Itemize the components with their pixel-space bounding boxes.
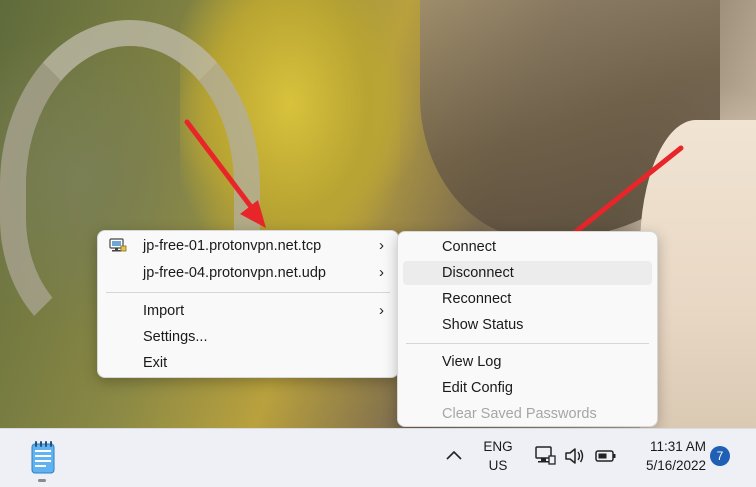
arrow-to-server-item-icon (184, 119, 266, 228)
chevron-right-icon: › (379, 237, 384, 254)
chevron-right-icon: › (379, 264, 384, 281)
chevron-up-icon[interactable] (442, 445, 466, 465)
server-submenu: Connect Disconnect Reconnect Show Status… (397, 231, 658, 427)
clock-date: 5/16/2022 (645, 458, 706, 473)
clock-time: 11:31 AM (649, 439, 706, 454)
network-icon[interactable] (534, 445, 556, 467)
submenu-item-view-log[interactable]: View Log (403, 350, 652, 374)
taskbar: ENG US 11:31 AM 5/16/2022 7 (0, 428, 756, 487)
chevron-right-icon: › (379, 302, 384, 319)
monitor-network-icon (109, 238, 127, 252)
menu-item-exit[interactable]: Exit (98, 351, 398, 375)
menu-separator (106, 292, 390, 293)
menu-item-label: View Log (442, 354, 502, 370)
menu-item-label: jp-free-01.protonvpn.net.tcp (143, 238, 322, 254)
notepad-icon[interactable] (30, 439, 56, 475)
language-code: ENG (483, 439, 513, 454)
submenu-item-show-status[interactable]: Show Status (403, 313, 652, 337)
menu-item-label: Show Status (442, 317, 524, 333)
submenu-item-connect[interactable]: Connect (403, 235, 652, 259)
submenu-item-disconnect[interactable]: Disconnect (403, 261, 652, 285)
submenu-item-clear-saved-passwords: Clear Saved Passwords (403, 402, 652, 426)
notification-badge[interactable]: 7 (710, 446, 730, 466)
menu-item-label: Clear Saved Passwords (442, 406, 597, 422)
menu-item-label: Disconnect (442, 265, 514, 281)
menu-item-label: Settings... (143, 329, 208, 345)
menu-item-label: Edit Config (442, 380, 513, 396)
battery-icon[interactable] (594, 445, 618, 467)
menu-item-label: Reconnect (442, 291, 512, 307)
submenu-item-edit-config[interactable]: Edit Config (403, 376, 652, 400)
menu-item-label: jp-free-04.protonvpn.net.udp (143, 265, 326, 281)
running-app-indicator (38, 479, 46, 482)
menu-item-server-udp[interactable]: jp-free-04.protonvpn.net.udp › (98, 261, 398, 285)
language-indicator[interactable]: ENG US (478, 437, 518, 475)
menu-item-settings[interactable]: Settings... (98, 325, 398, 349)
menu-item-label: Exit (143, 355, 168, 371)
tray-context-menu: jp-free-01.protonvpn.net.tcp › jp-free-0… (97, 230, 399, 378)
menu-item-label: Import (143, 303, 185, 319)
system-clock[interactable]: 11:31 AM 5/16/2022 (630, 437, 706, 475)
keyboard-layout: US (488, 458, 508, 473)
menu-item-import[interactable]: Import › (98, 299, 398, 323)
menu-item-server-tcp[interactable]: jp-free-01.protonvpn.net.tcp › (98, 234, 398, 258)
menu-separator (406, 343, 649, 344)
submenu-item-reconnect[interactable]: Reconnect (403, 287, 652, 311)
speaker-icon[interactable] (563, 445, 585, 467)
menu-item-label: Connect (442, 239, 497, 255)
